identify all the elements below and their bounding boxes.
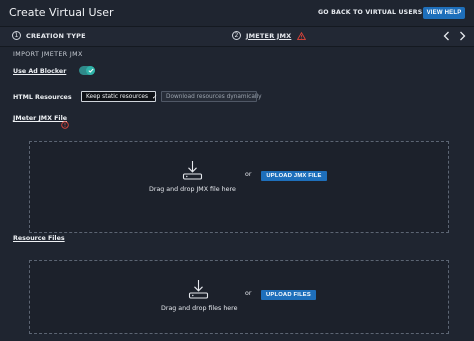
jmx-dropzone[interactable] bbox=[29, 141, 449, 233]
check-icon: ✓ bbox=[152, 92, 158, 101]
chevron-left-icon bbox=[443, 31, 449, 41]
step-label: JMETER JMX bbox=[246, 31, 292, 40]
error-icon bbox=[61, 114, 69, 133]
ad-blocker-label: Use Ad Blocker bbox=[13, 68, 67, 75]
jmx-file-label: JMeter JMX File bbox=[13, 115, 68, 122]
chevron-right-icon bbox=[459, 31, 465, 41]
next-step-button[interactable] bbox=[456, 29, 468, 43]
view-help-button[interactable]: VIEW HELP bbox=[423, 7, 465, 19]
or-text: or bbox=[245, 290, 252, 297]
option-label: Download resources dynamically bbox=[166, 93, 262, 100]
resource-files-label: Resource Files bbox=[13, 235, 65, 242]
toggle-knob bbox=[86, 66, 95, 75]
step-number: 1 bbox=[12, 31, 21, 40]
files-drop-text: Drag and drop files here bbox=[161, 305, 238, 312]
upload-tray-icon bbox=[188, 279, 209, 299]
previous-step-button[interactable] bbox=[440, 29, 452, 43]
upload-files-button[interactable]: UPLOAD FILES bbox=[261, 290, 316, 300]
step-label: CREATION TYPE bbox=[26, 31, 86, 40]
check-icon bbox=[87, 68, 94, 73]
back-to-virtual-users-link[interactable]: GO BACK TO VIRTUAL USERS bbox=[318, 9, 422, 16]
upload-jmx-file-button[interactable]: UPLOAD JMX FILE bbox=[261, 171, 327, 181]
step-creation-type[interactable]: 1 CREATION TYPE bbox=[12, 31, 86, 40]
download-resources-dynamically-option[interactable]: Download resources dynamically bbox=[161, 91, 262, 102]
step-jmeter-jmx[interactable]: 2 JMETER JMX bbox=[232, 31, 307, 40]
section-title: IMPORT JMETER JMX bbox=[13, 51, 83, 58]
html-resources-label: HTML Resources bbox=[13, 94, 72, 101]
page-title: Create Virtual User bbox=[9, 6, 114, 19]
or-text: or bbox=[245, 171, 252, 178]
step-number: 2 bbox=[232, 31, 241, 40]
upload-tray-icon bbox=[182, 160, 203, 180]
keep-static-resources-option[interactable]: Keep static resources ✓ bbox=[81, 91, 158, 102]
warning-icon bbox=[297, 31, 307, 40]
jmx-drop-text: Drag and drop JMX file here bbox=[149, 186, 236, 193]
ad-blocker-toggle[interactable] bbox=[79, 66, 95, 75]
resource-files-dropzone[interactable] bbox=[29, 260, 449, 334]
option-label: Keep static resources bbox=[86, 93, 149, 100]
